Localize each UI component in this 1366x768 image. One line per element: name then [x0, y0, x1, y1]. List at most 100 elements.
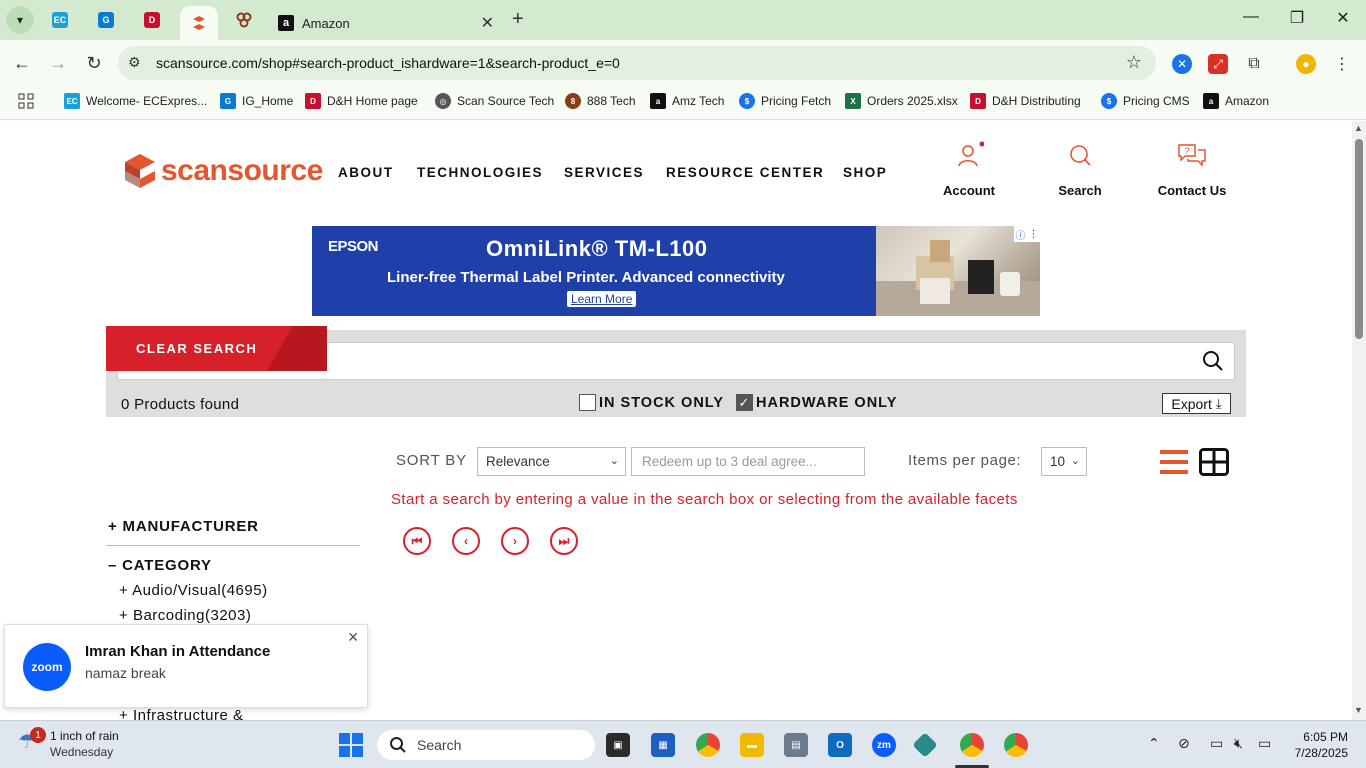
bookmark-ecexpress[interactable]: EC Welcome- ECExpres...	[64, 92, 207, 110]
battery-icon[interactable]: ▭	[1258, 735, 1271, 752]
bookmark-pricing-fetch[interactable]: $ Pricing Fetch	[739, 92, 831, 110]
bookmark-amz-tech[interactable]: a Amz Tech	[650, 92, 724, 110]
file-explorer-icon[interactable]: ▬	[740, 733, 764, 757]
category-item-barcoding[interactable]: + Barcoding(3203)	[119, 607, 251, 624]
chrome-profile-icon[interactable]	[960, 733, 984, 757]
new-tab-button[interactable]: +	[512, 8, 524, 31]
url-text[interactable]: scansource.com/shop#search-product_ishar…	[156, 55, 620, 71]
learn-more-button[interactable]: Learn More	[567, 291, 637, 307]
pdf-extension-icon[interactable]: ⤢	[1208, 54, 1228, 74]
grid-view-icon[interactable]	[1199, 448, 1229, 481]
tab-888[interactable]	[232, 8, 256, 32]
extension-1-icon[interactable]: ✕	[1172, 54, 1192, 74]
account-link[interactable]: Account	[924, 141, 1014, 198]
tab-amazon[interactable]: a Amazon ✕	[270, 6, 500, 40]
chrome-second-profile-icon[interactable]	[1004, 733, 1028, 757]
close-tab-icon[interactable]: ✕	[481, 13, 494, 33]
browser-menu-icon[interactable]: ⋮	[1332, 54, 1352, 74]
facet-category[interactable]: – CATEGORY	[108, 557, 212, 574]
windows-start-icon[interactable]	[339, 733, 363, 762]
nav-technologies[interactable]: TECHNOLOGIES	[417, 165, 543, 180]
checkmark-icon[interactable]: ✓	[736, 394, 753, 411]
in-stock-only-checkbox[interactable]: IN STOCK ONLY	[579, 394, 724, 411]
reload-button[interactable]: ↻	[82, 52, 106, 76]
profile-avatar[interactable]: ●	[1296, 54, 1316, 74]
extensions-puzzle-icon[interactable]: ⧉	[1244, 54, 1264, 74]
in-stock-checkbox-box[interactable]	[579, 394, 596, 411]
search-link[interactable]: Search	[1035, 141, 1125, 198]
search-icon	[1070, 145, 1091, 166]
chrome-icon[interactable]	[696, 733, 720, 757]
list-view-icon[interactable]	[1160, 449, 1188, 480]
clear-search-button[interactable]: CLEAR SEARCH	[106, 326, 327, 371]
app-diamond-icon[interactable]	[912, 732, 938, 758]
contact-us-link[interactable]: ? Contact Us	[1147, 141, 1237, 198]
search-submit-icon[interactable]	[1202, 350, 1224, 377]
bookmark-pricing-cms[interactable]: $ Pricing CMS	[1101, 92, 1190, 110]
chevron-right-icon: ›	[513, 534, 517, 548]
nav-shop[interactable]: SHOP	[843, 165, 887, 180]
zoom-icon[interactable]: zm	[872, 733, 896, 757]
weather-widget[interactable]: ☂ 1 1 inch of rain Wednesday	[18, 727, 119, 759]
scroll-down-icon[interactable]: ▼	[1354, 705, 1363, 715]
chevron-down-icon: ⌄	[1070, 455, 1080, 467]
taskbar-search-label: Search	[417, 737, 462, 753]
adchoices-icon[interactable]: ⓘ ⋮	[1014, 226, 1040, 242]
apps-grid-icon[interactable]	[18, 92, 34, 110]
tab-ecexpress[interactable]: EC	[48, 8, 72, 32]
task-view-icon[interactable]: ▣	[606, 733, 630, 757]
minimize-button[interactable]: —	[1236, 8, 1266, 26]
category-item-audio-visual[interactable]: + Audio/Visual(4695)	[119, 582, 268, 599]
bookmark-dh-home[interactable]: D D&H Home page	[305, 92, 418, 110]
tray-chevron-up-icon[interactable]: ⌃	[1148, 735, 1160, 752]
bookmark-scansource-tech[interactable]: ◎ Scan Source Tech	[435, 92, 554, 110]
bookmark-ig-home[interactable]: G IG_Home	[220, 92, 293, 110]
tab-ig[interactable]: G	[94, 8, 118, 32]
store-icon[interactable]: ▦	[651, 733, 675, 757]
tab-dh[interactable]: D	[140, 8, 164, 32]
tab-search-menu-button[interactable]: ▾	[6, 6, 34, 34]
bookmark-amazon[interactable]: a Amazon	[1203, 92, 1269, 110]
nav-resource-center[interactable]: RESOURCE CENTER	[666, 165, 824, 180]
bookmark-star-icon[interactable]: ☆	[1126, 52, 1142, 73]
clock-date: 7/28/2025	[1294, 746, 1348, 760]
close-window-button[interactable]: ✕	[1328, 8, 1358, 28]
items-per-page-select[interactable]: 10 ⌄	[1041, 447, 1087, 476]
scansource-logo[interactable]: scansource	[123, 153, 323, 189]
network-icon[interactable]: ▭	[1210, 735, 1223, 752]
last-page-icon: ⏭	[558, 533, 570, 548]
export-button[interactable]: Export ⤓	[1162, 393, 1231, 414]
bookmark-orders-2025[interactable]: X Orders 2025.xlsx	[845, 92, 958, 110]
weather-badge: 1	[30, 727, 46, 743]
scrollbar-thumb[interactable]	[1355, 139, 1363, 339]
system-clock[interactable]: 6:05 PM 7/28/2025	[1288, 729, 1348, 761]
close-notification-icon[interactable]: ✕	[347, 629, 359, 646]
calculator-icon[interactable]: ▤	[784, 733, 808, 757]
back-button[interactable]: ←	[10, 52, 34, 76]
address-bar[interactable]: ⚙ scansource.com/shop#search-product_ish…	[118, 46, 1156, 80]
zoom-notification[interactable]: zoom Imran Khan in Attendance namaz brea…	[4, 624, 368, 708]
next-page-button[interactable]: ›	[501, 527, 529, 555]
nav-about[interactable]: ABOUT	[338, 165, 394, 180]
taskbar-search[interactable]: Search	[377, 730, 595, 760]
tab-scansource[interactable]	[180, 6, 218, 40]
last-page-button[interactable]: ⏭	[550, 527, 578, 555]
facet-manufacturer[interactable]: + MANUFACTURER	[108, 518, 259, 535]
bookmark-888-tech[interactable]: 8 888 Tech	[565, 92, 636, 110]
site-info-icon[interactable]: ⚙	[128, 54, 141, 71]
bookmark-dh-distributing[interactable]: D D&H Distributing	[970, 92, 1081, 110]
sort-select[interactable]: Relevance ⌄	[477, 447, 626, 476]
page-scrollbar[interactable]: ▲ ▼	[1352, 121, 1366, 720]
outlook-icon[interactable]: O	[828, 733, 852, 757]
first-page-button[interactable]: ⏮	[403, 527, 431, 555]
nav-services[interactable]: SERVICES	[564, 165, 644, 180]
prev-page-button[interactable]: ‹	[452, 527, 480, 555]
volume-muted-icon[interactable]: 🔇︎	[1234, 735, 1243, 752]
forward-button[interactable]: →	[46, 52, 70, 76]
epson-ad-banner[interactable]: EPSON OmniLink® TM-L100 Liner-free Therm…	[312, 226, 1040, 316]
sync-off-icon[interactable]: ⊘	[1178, 735, 1190, 752]
hardware-only-checkbox[interactable]: ✓ HARDWARE ONLY	[736, 394, 897, 411]
scroll-up-icon[interactable]: ▲	[1354, 123, 1363, 133]
restore-button[interactable]: ❐	[1282, 8, 1312, 28]
deal-agreement-input[interactable]: Redeem up to 3 deal agree...	[631, 447, 865, 476]
